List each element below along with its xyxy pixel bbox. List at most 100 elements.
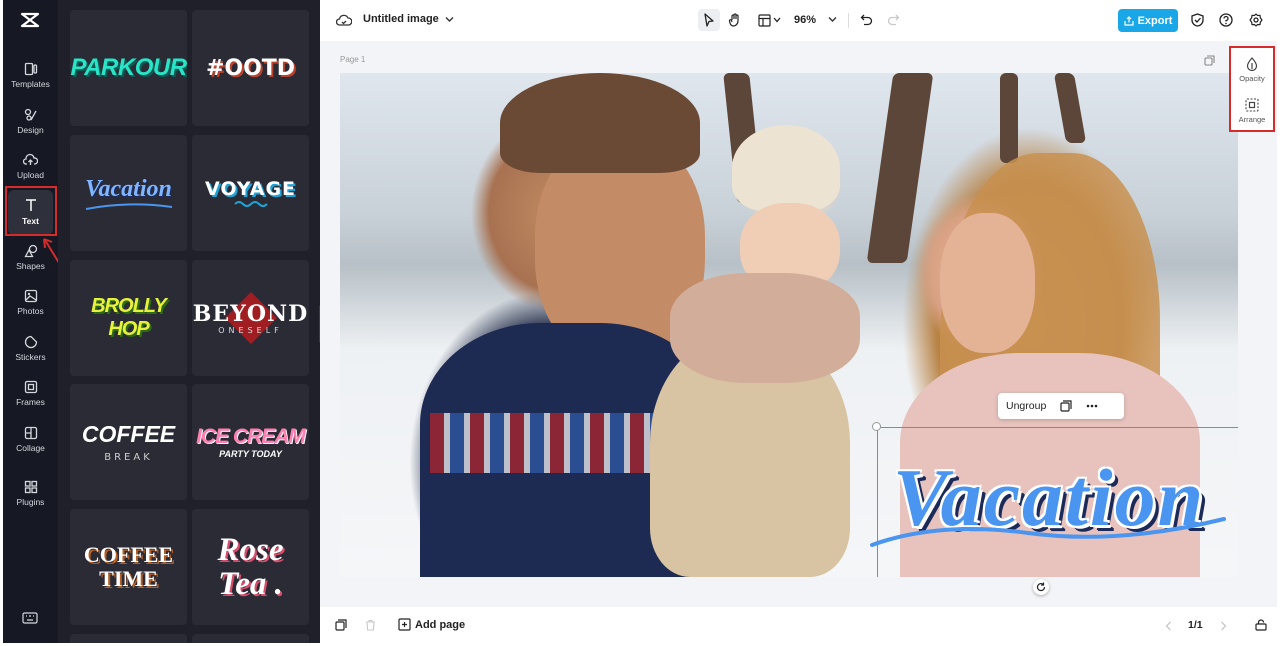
rail-item-plugins[interactable]: Plugins — [3, 476, 58, 520]
undo-icon[interactable] — [860, 13, 873, 26]
chevron-down-icon[interactable] — [828, 16, 837, 23]
collage-icon — [24, 426, 37, 440]
duplicate-page-icon[interactable] — [1204, 55, 1215, 66]
text-style-tile[interactable]: BEYOND ONESELF — [192, 260, 309, 376]
tile-text: BROLLY HOP — [91, 295, 167, 340]
wave-icon — [233, 201, 268, 207]
rail-label: Stickers — [15, 352, 46, 362]
rail-label: Design — [17, 125, 44, 135]
more-options-icon[interactable] — [1086, 404, 1098, 408]
chevron-down-icon — [773, 17, 780, 23]
add-page-button[interactable]: Add page — [398, 618, 465, 631]
wave-underline-icon — [85, 202, 172, 210]
tile-subtext: PARTY TODAY — [219, 449, 282, 459]
tile-text: #OOTD — [205, 55, 296, 81]
rail-item-frames[interactable]: Frames — [3, 376, 58, 420]
tile-subtext: BREAK — [104, 452, 153, 463]
rail-label: Shapes — [16, 261, 45, 271]
photo-element[interactable]: Ungroup Vacation — [340, 73, 1238, 577]
document-title[interactable]: Untitled image — [363, 13, 439, 25]
left-rail: Templates Design Upload Text Shapes Phot… — [3, 0, 58, 643]
text-icon — [25, 199, 36, 211]
tree-trunk — [1053, 73, 1087, 143]
chevron-down-icon[interactable] — [445, 16, 454, 23]
page-manager-icon[interactable] — [335, 619, 347, 631]
divider — [848, 13, 849, 28]
design-icon — [24, 108, 37, 121]
ungroup-button[interactable]: Ungroup — [1006, 400, 1046, 412]
text-style-tile[interactable]: COFFEE BREAK — [70, 384, 187, 500]
plugins-grid-icon — [24, 480, 37, 494]
top-toolbar: Untitled image 96% Export — [320, 0, 1277, 41]
opacity-label: Opacity — [1239, 74, 1265, 83]
resize-handle[interactable] — [872, 422, 881, 431]
text-style-tile[interactable]: Rose Tea . — [192, 509, 309, 625]
rail-item-design[interactable]: Design — [3, 104, 58, 148]
templates-icon — [24, 62, 37, 76]
redo-icon[interactable] — [887, 13, 900, 26]
canvas-area[interactable]: Page 1 Ungroup Vacation — [320, 41, 1277, 607]
pointer-icon — [704, 13, 714, 27]
text-style-tile[interactable]: Vacation — [70, 135, 187, 251]
text-style-tile[interactable] — [70, 634, 187, 643]
tile-text: Vacation — [85, 175, 172, 202]
upload-cloud-icon — [23, 153, 38, 165]
rail-label: Upload — [17, 170, 44, 180]
tile-text: ICE CREAM — [196, 425, 306, 448]
text-style-tile[interactable]: ICE CREAM PARTY TODAY — [192, 384, 309, 500]
export-button[interactable]: Export — [1118, 9, 1178, 32]
text-styles-panel: PARKOUR #OOTD Vacation VOYAGE BROLLY HOP… — [58, 0, 320, 643]
arrange-button[interactable]: Arrange — [1231, 98, 1273, 124]
trash-icon[interactable] — [365, 619, 376, 631]
tile-text: Tea . — [218, 566, 283, 602]
select-tool-button[interactable] — [698, 9, 720, 31]
rail-item-photos[interactable]: Photos — [3, 285, 58, 329]
shield-icon[interactable] — [1191, 13, 1204, 27]
tile-text: COFFEE — [83, 542, 174, 567]
capcut-logo-icon[interactable] — [19, 9, 41, 31]
text-style-tile[interactable]: #OOTD — [192, 10, 309, 126]
next-page-icon[interactable] — [1220, 621, 1227, 631]
rail-label: Text — [22, 216, 39, 226]
text-style-tile[interactable]: PARKOUR — [70, 10, 187, 126]
arrange-icon — [1245, 98, 1259, 112]
tile-text: PARKOUR — [70, 54, 187, 81]
jacket — [670, 273, 860, 383]
previous-page-icon[interactable] — [1165, 621, 1172, 631]
help-icon[interactable] — [1219, 13, 1233, 27]
rail-label: Photos — [17, 306, 44, 316]
rail-label: Templates — [11, 79, 50, 89]
tree-trunk — [866, 73, 934, 263]
settings-gear-icon[interactable] — [1249, 13, 1263, 27]
hair — [500, 73, 700, 173]
duplicate-icon[interactable] — [1060, 400, 1072, 412]
rail-item-stickers[interactable]: Stickers — [3, 331, 58, 375]
zoom-level[interactable]: 96% — [794, 14, 816, 26]
rail-item-collage[interactable]: Collage — [3, 422, 58, 466]
lock-icon[interactable] — [1255, 619, 1267, 631]
hat — [732, 125, 840, 211]
text-style-tile[interactable]: COFFEE TIME — [70, 509, 187, 625]
page-counter: 1/1 — [1188, 619, 1203, 631]
rail-label: Collage — [16, 443, 45, 453]
layout-dropdown-button[interactable] — [754, 9, 784, 31]
face — [940, 213, 1035, 353]
opacity-button[interactable]: Opacity — [1231, 57, 1273, 83]
cloud-save-icon[interactable] — [336, 13, 352, 27]
rotate-handle[interactable] — [1033, 579, 1049, 595]
tree-trunk — [1000, 73, 1018, 163]
add-page-icon — [398, 618, 411, 631]
tile-text: COFFEE — [81, 421, 176, 447]
rail-label: Frames — [16, 397, 45, 407]
text-style-tile[interactable]: BROLLY HOP — [70, 260, 187, 376]
export-label: Export — [1137, 14, 1173, 27]
rail-item-templates[interactable]: Templates — [3, 58, 58, 102]
export-icon — [1123, 15, 1134, 26]
tile-text: Rose — [217, 532, 284, 568]
app-window: Templates Design Upload Text Shapes Phot… — [3, 0, 1277, 643]
text-style-tile[interactable]: VOYAGE — [192, 135, 309, 251]
keyboard-shortcuts-icon[interactable] — [22, 612, 38, 624]
hand-tool-button[interactable] — [724, 9, 746, 31]
text-style-tile[interactable] — [192, 634, 309, 643]
stickers-icon — [24, 335, 37, 349]
